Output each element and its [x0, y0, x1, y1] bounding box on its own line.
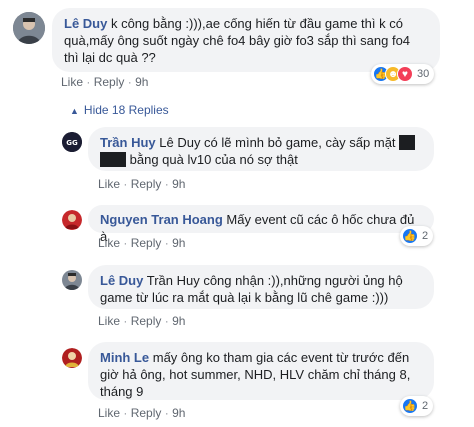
reply-actions: Like · Reply · 9h	[98, 236, 186, 250]
like-icon: 👍	[402, 398, 418, 414]
person-icon	[62, 348, 82, 368]
reaction-count: 2	[422, 400, 429, 412]
reply-actions: Like · Reply · 9h	[98, 177, 186, 191]
reply-button[interactable]: Reply	[131, 236, 162, 250]
love-icon: ♥	[397, 66, 413, 82]
like-button[interactable]: Like	[61, 75, 83, 89]
like-icon: 👍	[402, 228, 418, 244]
hide-replies-link[interactable]: ▲ Hide 18 Replies	[70, 103, 169, 117]
timestamp[interactable]: 9h	[172, 236, 185, 250]
reply-actions: Like · Reply · 9h	[98, 406, 186, 420]
reactions-summary[interactable]: 👍 2	[400, 226, 434, 246]
reply-actions: Like · Reply · 9h	[98, 314, 186, 328]
reply-text: Trần Huy công nhận :)),những người ủng h…	[100, 273, 403, 305]
person-icon	[13, 12, 45, 44]
reply-button[interactable]: Reply	[131, 177, 162, 191]
reaction-count: 30	[417, 68, 430, 80]
chevron-up-icon: ▲	[70, 106, 79, 116]
reply-author[interactable]: Lê Duy	[100, 273, 143, 288]
like-button[interactable]: Like	[98, 314, 120, 328]
reply-text: Lê Duy có lẽ mình bỏ game, cày sấp mặt	[159, 135, 396, 150]
reactions-summary[interactable]: 👍 ☻ ♥ 30	[371, 64, 435, 84]
logo-icon: GG	[62, 132, 82, 152]
reply-author[interactable]: Minh Le	[100, 350, 149, 365]
avatar-nguyen-tran-hoang[interactable]	[62, 210, 82, 230]
timestamp[interactable]: 9h	[172, 314, 185, 328]
reply-bubble: Minh Le mấy ông ko tham gia các event từ…	[88, 342, 434, 400]
reply-button[interactable]: Reply	[94, 75, 125, 89]
reply-author[interactable]: Trần Huy	[100, 135, 156, 150]
reply-button[interactable]: Reply	[131, 314, 162, 328]
svg-text:GG: GG	[66, 139, 78, 147]
timestamp[interactable]: 9h	[135, 75, 148, 89]
person-icon	[62, 270, 82, 290]
comment-actions: Like · Reply · 9h	[61, 75, 149, 89]
avatar-tran-huy[interactable]: GG	[62, 132, 82, 152]
like-button[interactable]: Like	[98, 236, 120, 250]
reply-text-continued: bằng quà lv10 của nó sợ thật	[129, 152, 298, 167]
avatar-le-duy[interactable]	[13, 12, 45, 44]
avatar-le-duy[interactable]	[62, 270, 82, 290]
comment-author[interactable]: Lê Duy	[64, 16, 107, 31]
timestamp[interactable]: 9h	[172, 406, 185, 420]
reply-bubble: Nguyen Tran Hoang Mấy event cũ các ô hốc…	[88, 205, 434, 244]
redacted-block	[100, 152, 126, 167]
redacted-block	[399, 135, 416, 150]
reactions-summary[interactable]: 👍 2	[400, 396, 434, 416]
reply-author[interactable]: Nguyen Tran Hoang	[100, 212, 223, 227]
person-icon	[62, 210, 82, 230]
reply-button[interactable]: Reply	[131, 406, 162, 420]
comment-bubble: Lê Duy k công bằng :))),ae cống hiến từ …	[52, 8, 440, 72]
like-button[interactable]: Like	[98, 177, 120, 191]
timestamp[interactable]: 9h	[172, 177, 185, 191]
reply-bubble: Trần Huy Lê Duy có lẽ mình bỏ game, cày …	[88, 127, 434, 171]
comment-text: k công bằng :))),ae cống hiến từ đầu gam…	[64, 16, 411, 65]
reaction-count: 2	[422, 230, 429, 242]
reply-bubble: Lê Duy Trần Huy công nhận :)),những ngườ…	[88, 265, 434, 309]
like-button[interactable]: Like	[98, 406, 120, 420]
avatar-minh-le[interactable]	[62, 348, 82, 368]
